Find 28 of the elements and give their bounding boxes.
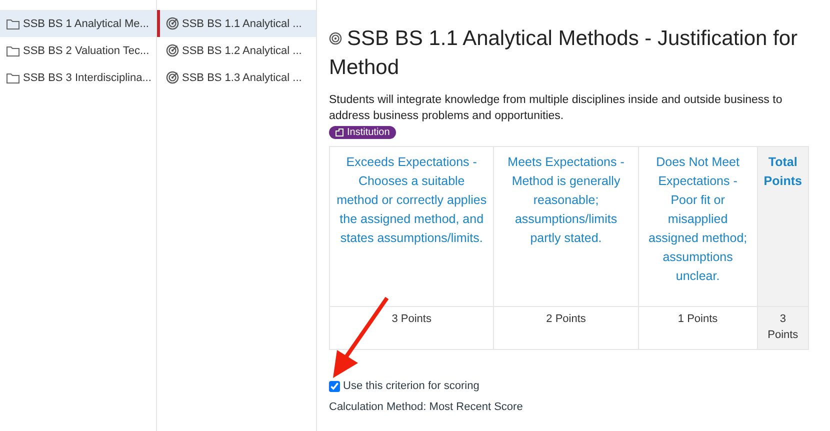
building-icon	[335, 128, 344, 137]
rating-description: Meets Expectations - Method is generally reasonable; assumptions/limits partly stated.	[494, 146, 638, 306]
total-points: 3 Points	[757, 306, 808, 350]
scoring-checkbox[interactable]	[329, 380, 340, 392]
rating-points: 1 Points	[638, 306, 758, 350]
outcome-item[interactable]: SSB BS 1.3 Analytical ...	[157, 64, 316, 91]
institution-badge: Institution	[329, 126, 396, 139]
rating-description: Exceeds Expectations - Chooses a suitable method or correctly applies the assigned method, and states assumptions/limits.	[330, 146, 494, 306]
folder-icon	[6, 44, 20, 56]
rating-description: Does Not Meet Expectations - Poor fit or misapplied assigned method; assumptions unclear.	[638, 146, 758, 306]
target-icon	[166, 17, 179, 30]
folder-item[interactable]: SSB BS 3 Interdisciplina...	[0, 64, 156, 91]
outcome-item[interactable]: SSB BS 1.1 Analytical ...	[157, 10, 316, 37]
rating-points: 3 Points	[330, 306, 494, 350]
outcome-title: SSB BS 1.1 Analytical Methods - Justification for Method	[329, 26, 799, 81]
folder-icon	[6, 18, 20, 30]
target-icon	[166, 44, 179, 57]
rating-points: 2 Points	[494, 306, 638, 350]
folder-icon	[6, 72, 20, 84]
folder-item[interactable]: SSB BS 2 Valuation Tec...	[0, 37, 156, 64]
target-icon	[166, 71, 179, 84]
outcome-description: Students will integrate knowledge from multiple disciplines inside and outside business to address business problems and opportunities.	[329, 93, 784, 124]
folder-item[interactable]: SSB BS 1 Analytical Me...	[0, 10, 156, 37]
total-points-heading: Total Points	[757, 146, 808, 306]
target-icon	[329, 32, 342, 45]
calculation-method: Calculation Method: Most Recent Score	[329, 401, 524, 413]
checkbox-label: Use this criterion for scoring	[343, 380, 480, 392]
outcome-item[interactable]: SSB BS 1.2 Analytical ...	[157, 37, 316, 64]
